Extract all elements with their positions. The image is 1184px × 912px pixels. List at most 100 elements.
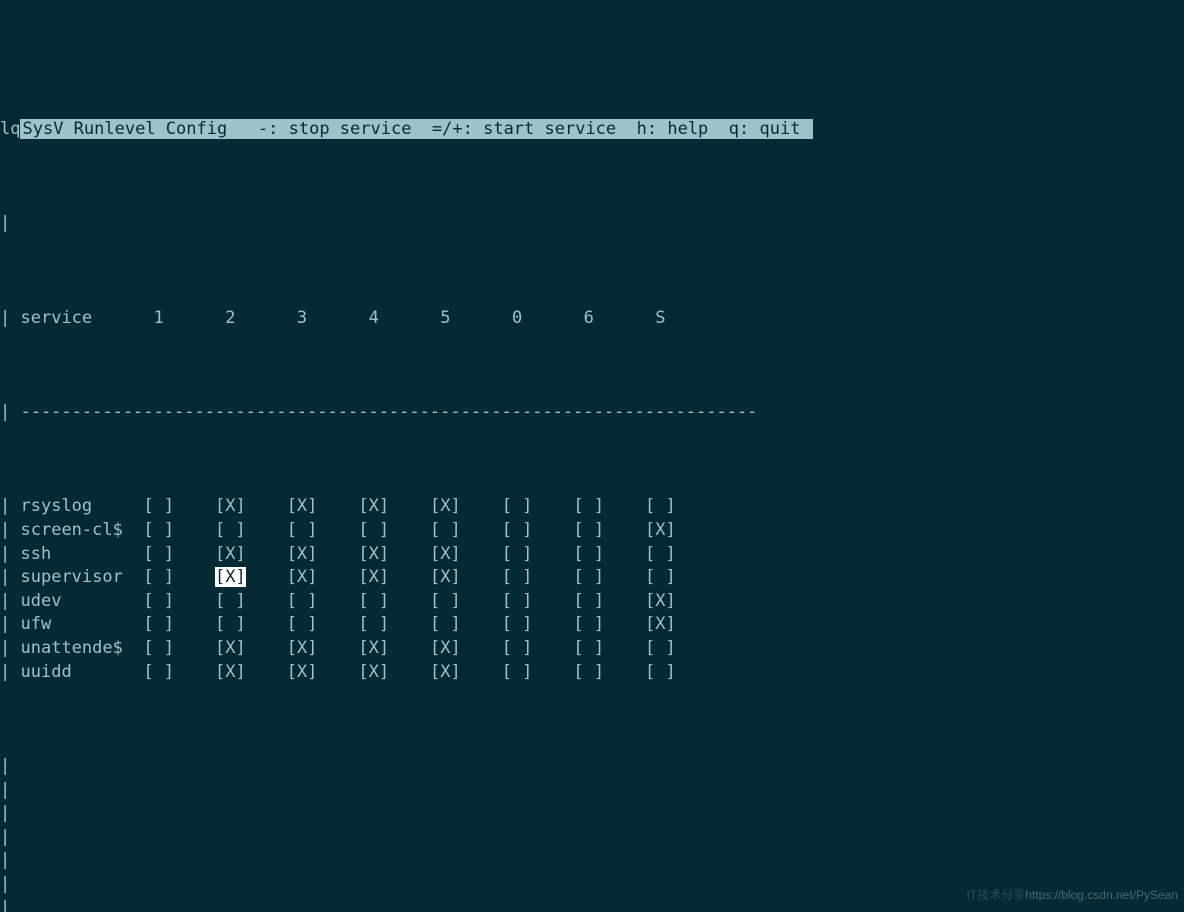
runlevel-cell[interactable]: [ ] bbox=[573, 544, 604, 564]
runlevel-cell[interactable]: [ ] bbox=[573, 496, 604, 516]
runlevel-cell[interactable]: [X] bbox=[358, 496, 389, 516]
runlevel-cell[interactable]: [ ] bbox=[645, 544, 676, 564]
service-name: screen-cl$ bbox=[21, 520, 134, 540]
runlevel-cell[interactable]: [X] bbox=[358, 544, 389, 564]
runlevel-cell[interactable]: [X] bbox=[645, 591, 676, 611]
runlevel-cell[interactable]: [X] bbox=[645, 520, 676, 540]
terminal-screen[interactable]: { "titlebar": { "title": "SysV Runlevel … bbox=[0, 0, 1184, 912]
runlevel-cell[interactable]: [ ] bbox=[430, 591, 461, 611]
runlevel-cell[interactable]: [ ] bbox=[430, 520, 461, 540]
runlevel-cell[interactable]: [ ] bbox=[573, 638, 604, 658]
border-left: | bbox=[0, 614, 10, 634]
service-row[interactable]: | ufw [ ] [ ] [ ] [ ] [ ] [ ] [ ] [X] bbox=[0, 613, 1184, 637]
service-row[interactable]: | supervisor [ ] [X] [X] [X] [X] [ ] [ ]… bbox=[0, 566, 1184, 590]
runlevel-cell[interactable]: [ ] bbox=[645, 662, 676, 682]
title-bar: SysV Runlevel Config -: stop service =/+… bbox=[20, 119, 812, 139]
runlevel-cell[interactable]: [ ] bbox=[215, 614, 246, 634]
runlevel-cell[interactable]: [X] bbox=[358, 662, 389, 682]
runlevel-cell[interactable]: [ ] bbox=[645, 496, 676, 516]
runlevel-cell[interactable]: [X] bbox=[287, 496, 318, 516]
runlevel-cell[interactable]: [X] bbox=[287, 544, 318, 564]
runlevel-cell[interactable]: [ ] bbox=[143, 496, 174, 516]
runlevel-cell[interactable]: [ ] bbox=[573, 591, 604, 611]
runlevel-cell[interactable]: [ ] bbox=[143, 662, 174, 682]
runlevel-cell[interactable]: [ ] bbox=[287, 591, 318, 611]
border-left: | bbox=[0, 520, 10, 540]
col-2: 2 bbox=[225, 308, 235, 328]
service-name: udev bbox=[21, 591, 134, 611]
runlevel-cell[interactable]: [X] bbox=[430, 496, 461, 516]
runlevel-cell[interactable]: [ ] bbox=[502, 638, 533, 658]
runlevel-cell[interactable]: [ ] bbox=[143, 567, 174, 587]
border-left: | bbox=[0, 755, 1184, 779]
runlevel-cell[interactable]: [ ] bbox=[573, 520, 604, 540]
runlevel-cell[interactable]: [ ] bbox=[573, 662, 604, 682]
runlevel-cell[interactable]: [X] bbox=[215, 496, 246, 516]
watermark: IT技术分享https://blog.csdn.net/PySean bbox=[967, 884, 1178, 908]
runlevel-cell[interactable]: [ ] bbox=[358, 591, 389, 611]
col-service: service bbox=[21, 308, 93, 328]
runlevel-cell[interactable]: [ ] bbox=[358, 614, 389, 634]
runlevel-cell[interactable]: [ ] bbox=[215, 520, 246, 540]
border-left: | bbox=[0, 802, 1184, 826]
runlevel-cell[interactable]: [ ] bbox=[143, 520, 174, 540]
runlevel-cell[interactable]: [ ] bbox=[502, 544, 533, 564]
runlevel-cell[interactable]: [X] bbox=[430, 567, 461, 587]
runlevel-cell[interactable]: [ ] bbox=[143, 638, 174, 658]
service-name: uuidd bbox=[21, 662, 134, 682]
runlevel-cell[interactable]: [X] bbox=[645, 614, 676, 634]
runlevel-cell[interactable]: [ ] bbox=[645, 567, 676, 587]
service-name: ssh bbox=[21, 544, 134, 564]
runlevel-cell[interactable]: [ ] bbox=[215, 591, 246, 611]
runlevel-cell[interactable]: [X] bbox=[287, 638, 318, 658]
runlevel-cell[interactable]: [ ] bbox=[287, 614, 318, 634]
service-row[interactable]: | screen-cl$ [ ] [ ] [ ] [ ] [ ] [ ] [ ]… bbox=[0, 519, 1184, 543]
runlevel-cell[interactable]: [ ] bbox=[645, 638, 676, 658]
runlevel-cell[interactable]: [X] bbox=[287, 567, 318, 587]
runlevel-cell[interactable]: [ ] bbox=[573, 567, 604, 587]
col-1: 1 bbox=[154, 308, 164, 328]
runlevel-cell[interactable]: [X] bbox=[358, 638, 389, 658]
runlevel-cell[interactable]: [ ] bbox=[502, 496, 533, 516]
runlevel-cell[interactable]: [X] bbox=[215, 544, 246, 564]
runlevel-cell[interactable]: [X] bbox=[287, 662, 318, 682]
runlevel-cell[interactable]: [ ] bbox=[287, 520, 318, 540]
runlevel-cell[interactable]: [ ] bbox=[143, 544, 174, 564]
runlevel-cell[interactable]: [ ] bbox=[143, 614, 174, 634]
service-row[interactable]: | uuidd [ ] [X] [X] [X] [X] [ ] [ ] [ ] bbox=[0, 661, 1184, 685]
runlevel-cell[interactable]: [ ] bbox=[502, 662, 533, 682]
runlevel-cell[interactable]: [ ] bbox=[430, 614, 461, 634]
border-left: | bbox=[0, 826, 1184, 850]
runlevel-cell[interactable]: [ ] bbox=[502, 614, 533, 634]
hint-help: h: help bbox=[637, 119, 709, 139]
cursor[interactable]: [X] bbox=[215, 567, 246, 587]
runlevel-cell[interactable]: [ ] bbox=[358, 520, 389, 540]
runlevel-cell[interactable]: [X] bbox=[215, 638, 246, 658]
runlevel-cell[interactable]: [ ] bbox=[502, 520, 533, 540]
service-row[interactable]: | unattende$ [ ] [X] [X] [X] [X] [ ] [ ]… bbox=[0, 637, 1184, 661]
runlevel-cell[interactable]: [ ] bbox=[573, 614, 604, 634]
border-left: | bbox=[0, 779, 1184, 803]
border-left: | bbox=[0, 308, 10, 328]
runlevel-cell[interactable]: [X] bbox=[358, 567, 389, 587]
service-row[interactable]: | ssh [ ] [X] [X] [X] [X] [ ] [ ] [ ] bbox=[0, 543, 1184, 567]
col-6: 6 bbox=[584, 308, 594, 328]
runlevel-cell[interactable]: [ ] bbox=[502, 567, 533, 587]
service-name: unattende$ bbox=[21, 638, 134, 658]
runlevel-cell[interactable]: [X] bbox=[215, 662, 246, 682]
service-row[interactable]: | udev [ ] [ ] [ ] [ ] [ ] [ ] [ ] [X] bbox=[0, 590, 1184, 614]
runlevel-cell[interactable]: [X] bbox=[215, 567, 246, 587]
col-S: S bbox=[655, 308, 665, 328]
border-left: | bbox=[0, 638, 10, 658]
runlevel-cell[interactable]: [X] bbox=[430, 638, 461, 658]
service-row[interactable]: | rsyslog [ ] [X] [X] [X] [X] [ ] [ ] [ … bbox=[0, 495, 1184, 519]
border-left: | bbox=[0, 212, 1184, 236]
hint-quit: q: quit bbox=[729, 119, 801, 139]
col-4: 4 bbox=[369, 308, 379, 328]
border-left: | bbox=[0, 591, 10, 611]
separator: | --------------------------------------… bbox=[0, 401, 1184, 425]
runlevel-cell[interactable]: [X] bbox=[430, 662, 461, 682]
runlevel-cell[interactable]: [ ] bbox=[143, 591, 174, 611]
runlevel-cell[interactable]: [ ] bbox=[502, 591, 533, 611]
runlevel-cell[interactable]: [X] bbox=[430, 544, 461, 564]
